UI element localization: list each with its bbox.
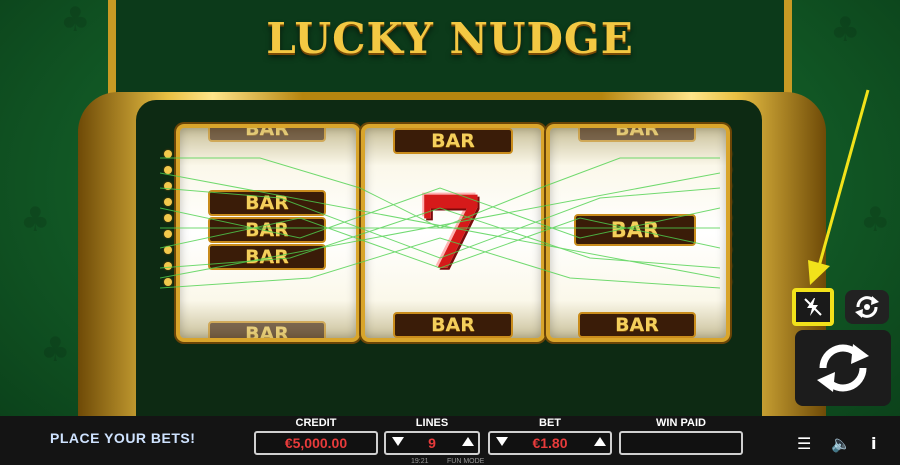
turbo-button[interactable] (792, 288, 834, 326)
paylines-overlay (160, 157, 720, 289)
lines-decrease-button[interactable] (392, 437, 404, 446)
background-clover: ♣ (20, 200, 51, 240)
autoplay-refresh-icon (855, 296, 879, 318)
lines-increase-button[interactable] (462, 437, 474, 446)
spin-refresh-icon (817, 344, 869, 392)
bet-increase-button[interactable] (594, 437, 606, 446)
info-icon[interactable]: i (871, 434, 876, 453)
win-paid-value (619, 431, 743, 455)
win-paid-label: WIN PAID (656, 417, 706, 429)
background-clover: ♣ (40, 330, 71, 370)
bet-decrease-button[interactable] (496, 437, 508, 446)
menu-icon[interactable]: ☰ (797, 434, 811, 453)
spin-button[interactable] (795, 330, 891, 406)
lines-label: LINES (415, 417, 449, 429)
turbo-lightning-icon (804, 298, 822, 316)
credit-value: €5,000.00 (254, 431, 378, 455)
game-title-logo: LUCKY NUDGE (266, 14, 634, 63)
annotation-arrow (808, 89, 870, 285)
fun-mode-label: FUN MODE (447, 458, 485, 465)
speaker-icon[interactable]: 🔈 (831, 434, 851, 453)
autoplay-button[interactable] (845, 290, 889, 324)
clock: 19:21 (411, 458, 429, 465)
status-message: PLACE YOUR BETS! (50, 430, 196, 446)
credit-label: CREDIT (295, 417, 337, 429)
bet-label: BET (539, 417, 561, 429)
